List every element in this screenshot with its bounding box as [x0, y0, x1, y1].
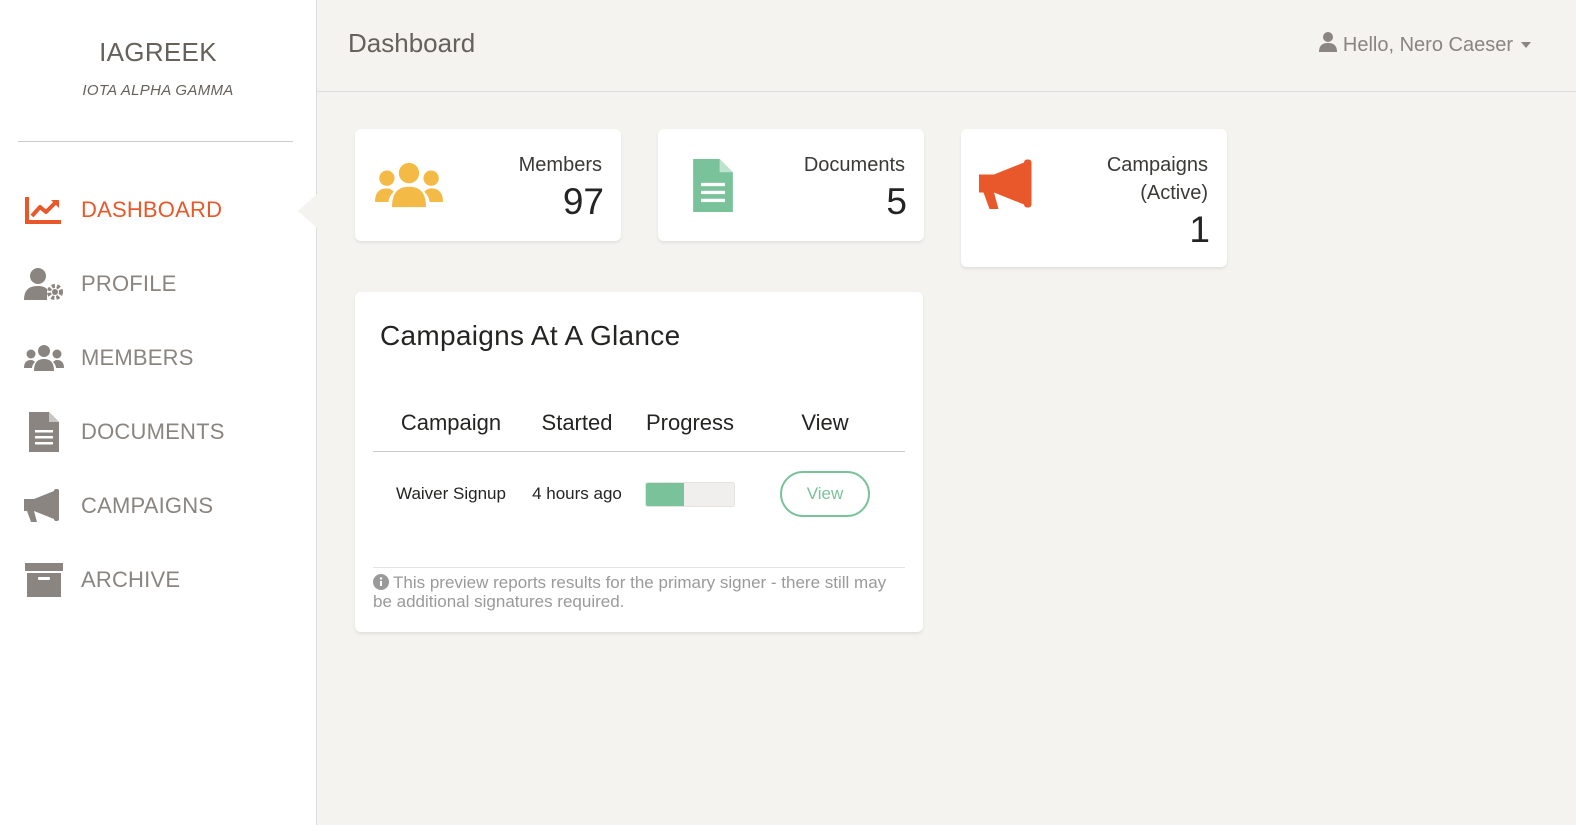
campaign-started: 4 hours ago — [532, 484, 622, 503]
chart-line-icon — [24, 190, 64, 230]
user-gear-icon — [24, 264, 64, 304]
sidebar-item-label: MEMBERS — [81, 345, 194, 370]
sidebar-item-archive[interactable]: ARCHIVE — [0, 543, 317, 617]
stat-value: 97 — [562, 181, 604, 222]
user-icon — [1318, 32, 1337, 58]
brand-name[interactable]: IAGREEK — [0, 37, 316, 68]
column-header: Campaign — [400, 409, 502, 435]
campaign-name: Waiver Signup — [396, 484, 506, 503]
brand-subtitle: IOTA ALPHA GAMMA — [82, 82, 234, 99]
members-stat-card: Members 97 — [355, 129, 621, 241]
sidebar-item-label: ARCHIVE — [81, 567, 181, 592]
progress-bar — [645, 481, 735, 507]
user-menu-dropdown[interactable]: Hello, Nero Caeser — [1318, 32, 1531, 58]
card-footnote: This preview reports results for the pri… — [373, 574, 893, 610]
stat-label: Documents — [803, 154, 905, 176]
sidebar-item-profile[interactable]: PROFILE — [0, 247, 317, 321]
sidebar-item-label: PROFILE — [81, 271, 177, 296]
card-title: Campaigns At A Glance — [380, 320, 681, 351]
campaigns-glance-card: Campaigns At A Glance Campaign Started P… — [355, 292, 923, 632]
document-icon — [24, 412, 64, 452]
info-icon — [373, 574, 389, 593]
sidebar-item-label: CAMPAIGNS — [81, 493, 214, 518]
page-title: Dashboard — [348, 28, 476, 58]
stat-label: Members — [518, 154, 602, 176]
document-icon — [693, 159, 733, 217]
column-header: Progress — [645, 409, 735, 435]
documents-stat-card: Documents 5 — [658, 129, 924, 241]
sidebar-item-members[interactable]: MEMBERS — [0, 321, 317, 395]
users-icon — [375, 160, 443, 215]
campaigns-stat-card: Campaigns (Active) 1 — [961, 129, 1227, 267]
view-campaign-button[interactable]: View — [780, 471, 870, 517]
card-footer-divider — [373, 567, 905, 568]
archive-box-icon — [24, 560, 64, 600]
brand: IAGREEK IOTA ALPHA GAMMA — [0, 0, 316, 99]
sidebar-divider — [18, 141, 293, 142]
sidebar-nav: DASHBOARD PROFILE MEMBERS DOCUMENTS CAMP… — [0, 173, 318, 617]
stat-label: Campaigns (Active) — [1106, 154, 1208, 204]
megaphone-icon — [979, 159, 1039, 216]
users-icon — [24, 338, 64, 378]
progress-fill — [646, 482, 684, 506]
chevron-down-icon — [1521, 42, 1531, 48]
sidebar-item-label: DOCUMENTS — [81, 419, 225, 444]
user-greeting: Hello, Nero Caeser — [1342, 33, 1513, 56]
sidebar-item-documents[interactable]: DOCUMENTS — [0, 395, 317, 469]
stat-value: 1 — [1189, 209, 1210, 250]
campaigns-table: Campaign Started Progress View Waiver Si… — [373, 394, 905, 536]
active-indicator — [298, 193, 318, 229]
progress-cell — [625, 481, 755, 507]
table-header: Campaign Started Progress View — [373, 394, 905, 452]
sidebar-item-campaigns[interactable]: CAMPAIGNS — [0, 469, 317, 543]
footnote-text: This preview reports results for the pri… — [373, 573, 887, 611]
megaphone-icon — [24, 486, 64, 526]
top-navbar: Dashboard Hello, Nero Caeser — [317, 0, 1576, 92]
table-row: Waiver Signup 4 hours ago View — [373, 452, 905, 536]
sidebar-item-label: DASHBOARD — [81, 197, 223, 222]
stat-value: 5 — [886, 181, 907, 222]
sidebar: IAGREEK IOTA ALPHA GAMMA DASHBOARD PROFI… — [0, 0, 318, 825]
view-cell: View — [755, 471, 895, 517]
column-header: View — [801, 409, 849, 435]
column-header: Started — [541, 409, 613, 435]
sidebar-item-dashboard[interactable]: DASHBOARD — [0, 173, 318, 247]
